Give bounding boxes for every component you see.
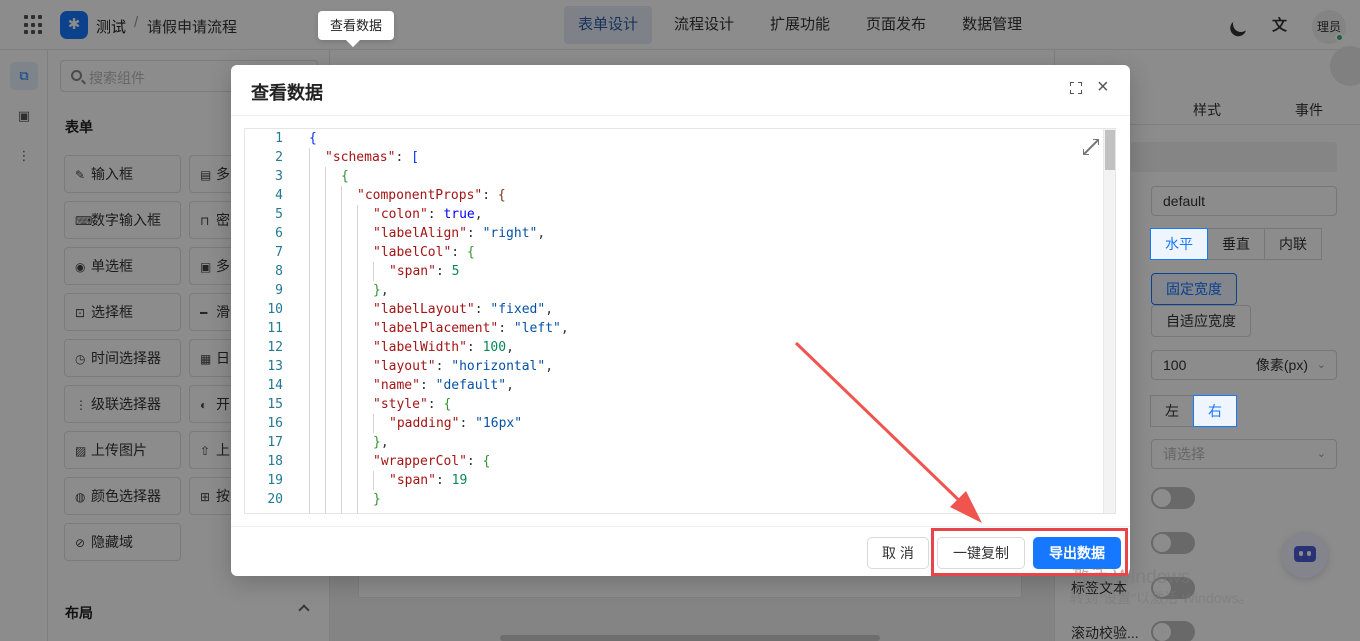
fullscreen-icon[interactable]	[1070, 82, 1082, 94]
scrollbar-thumb[interactable]	[1105, 130, 1115, 170]
line-number: 20	[267, 492, 283, 507]
code-line: 9},	[245, 281, 1103, 300]
code-text: "padding": "16px"	[389, 416, 523, 431]
align-right[interactable]: 右	[1193, 395, 1237, 427]
modal-footer-divider	[231, 526, 1130, 527]
code-line: 13 "layout": "horizontal",	[245, 357, 1103, 376]
code-text: "span": 5	[389, 264, 460, 279]
code-text: "style": {	[373, 397, 452, 412]
line-number: 3	[275, 169, 283, 184]
indent-guide	[373, 262, 374, 281]
indent-guide	[373, 414, 374, 433]
modal-header-divider	[231, 115, 1130, 116]
code-line: 7 "labelCol": {	[245, 243, 1103, 262]
line-number: 6	[275, 226, 283, 241]
code-text: },	[373, 283, 389, 298]
line-number: 8	[275, 264, 283, 279]
code-line: 17},	[245, 433, 1103, 452]
code-text: {	[341, 169, 349, 184]
code-line: 10 "labelLayout": "fixed",	[245, 300, 1103, 319]
close-icon[interactable]: ×	[1097, 77, 1109, 97]
line-number: 17	[267, 435, 283, 450]
code-text: }	[373, 492, 381, 507]
code-text: "span": 19	[389, 473, 468, 488]
line-number: 12	[267, 340, 283, 355]
line-number: 5	[275, 207, 283, 222]
code-text: "labelLayout": "fixed",	[373, 302, 554, 317]
line-number: 13	[267, 359, 283, 374]
code-text: "wrapperCol": {	[373, 454, 491, 469]
line-number: 4	[275, 188, 283, 203]
indent-guide	[325, 167, 326, 513]
line-number: 2	[275, 150, 283, 165]
layout-horizontal[interactable]: 水平	[1150, 228, 1208, 260]
code-text: "labelCol": {	[373, 245, 475, 260]
code-line: 1{	[245, 129, 1103, 148]
line-number: 15	[267, 397, 283, 412]
code-text: "colon": true,	[373, 207, 483, 222]
indent-guide	[373, 471, 374, 490]
code-text: "name": "default",	[373, 378, 514, 393]
line-number: 19	[267, 473, 283, 488]
view-data-modal: 查看数据 × 1{2 "schemas": [3{4 "componentProps…	[231, 65, 1130, 576]
editor-expand-icon[interactable]	[1083, 139, 1099, 155]
code-line: 15 "style": {	[245, 395, 1103, 414]
code-text: "componentProps": {	[357, 188, 506, 203]
code-line: 6 "labelAlign": "right",	[245, 224, 1103, 243]
code-text: "layout": "horizontal",	[373, 359, 554, 374]
code-text: "labelPlacement": "left",	[373, 321, 569, 336]
code-text: "labelAlign": "right",	[373, 226, 546, 241]
code-line: 14 "name": "default",	[245, 376, 1103, 395]
code-text: },	[373, 435, 389, 450]
json-code-editor[interactable]: 1{2 "schemas": [3{4 "componentProps": {5 "c…	[244, 128, 1116, 514]
code-line: 18 "wrapperCol": {	[245, 452, 1103, 471]
indent-guide	[357, 205, 358, 513]
line-number: 7	[275, 245, 283, 260]
code-line: 12 "labelWidth": 100,	[245, 338, 1103, 357]
code-line: 5 "colon": true,	[245, 205, 1103, 224]
line-number: 14	[267, 378, 283, 393]
cancel-button[interactable]: 取 消	[867, 537, 929, 569]
line-number: 16	[267, 416, 283, 431]
editor-scrollbar[interactable]	[1103, 129, 1115, 513]
windows-watermark-subtitle: 转到"设置"以激活 Windows。	[1070, 590, 1253, 606]
code-text: "schemas": [	[325, 150, 419, 165]
indent-guide	[309, 148, 310, 513]
code-text: "labelWidth": 100,	[373, 340, 514, 355]
code-text: {	[309, 131, 317, 146]
code-line: 20}	[245, 490, 1103, 509]
code-line: 3{	[245, 167, 1103, 186]
line-number: 10	[267, 302, 283, 317]
modal-title: 查看数据	[251, 83, 323, 103]
highlight-box	[931, 528, 1128, 576]
line-number: 1	[275, 131, 283, 146]
code-line: 2 "schemas": [	[245, 148, 1103, 167]
line-number: 11	[267, 321, 283, 336]
code-line: 4 "componentProps": {	[245, 186, 1103, 205]
code-line: 11 "labelPlacement": "left",	[245, 319, 1103, 338]
tooltip: 查看数据	[318, 11, 395, 40]
line-number: 9	[275, 283, 283, 298]
indent-guide	[341, 186, 342, 513]
line-number: 18	[267, 454, 283, 469]
